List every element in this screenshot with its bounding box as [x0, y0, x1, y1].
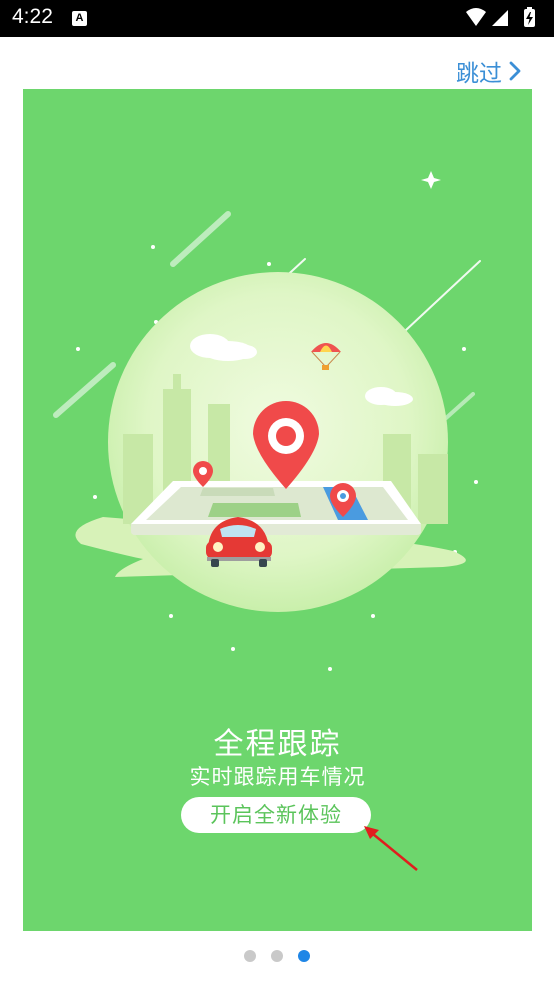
- status-time: 4:22: [12, 5, 53, 28]
- page-indicator: [0, 950, 554, 962]
- battery-icon: [524, 7, 535, 27]
- chevron-right-icon: [509, 61, 521, 81]
- notification-icon: A: [72, 11, 87, 26]
- page-dot-1[interactable]: [244, 950, 256, 962]
- signal-icon: [492, 10, 508, 26]
- start-experience-button[interactable]: 开启全新体验: [181, 797, 371, 833]
- status-icons: [466, 7, 535, 27]
- page-dot-3-active[interactable]: [298, 950, 310, 962]
- skip-label: 跳过: [456, 61, 502, 87]
- page-dot-2[interactable]: [271, 950, 283, 962]
- onboarding-slide: 全程跟踪 实时跟踪用车情况 开启全新体验: [23, 89, 532, 931]
- phone-map: [131, 481, 421, 535]
- slide-subtitle: 实时跟踪用车情况: [189, 765, 366, 789]
- wifi-icon: [466, 8, 486, 26]
- status-bar: 4:22 A: [0, 0, 554, 37]
- skip-button[interactable]: 跳过: [456, 54, 522, 88]
- slide-title: 全程跟踪: [213, 727, 342, 762]
